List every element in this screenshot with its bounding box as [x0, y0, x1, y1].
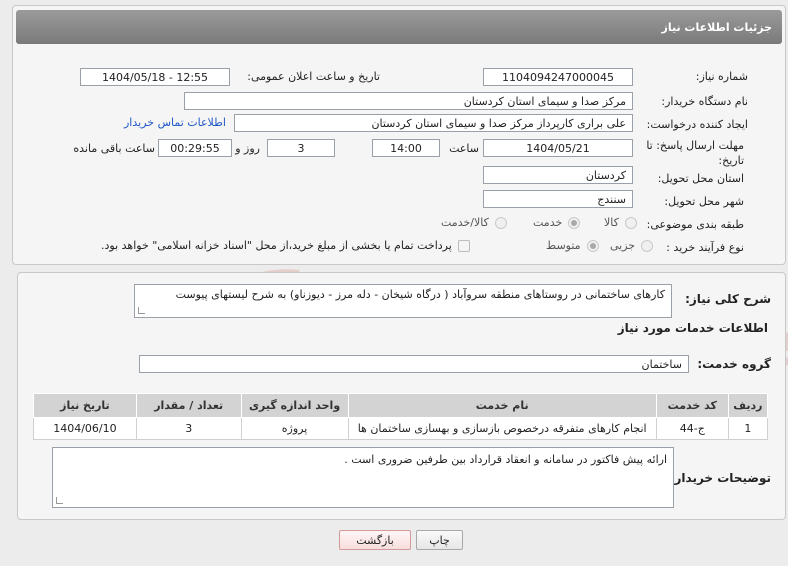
buyer-notes-textarea[interactable]: ارائه پیش فاکتور در سامانه و انعقاد قرار…: [52, 447, 674, 508]
process-option-medium[interactable]: متوسط: [546, 239, 599, 252]
buyer-contact-link[interactable]: اطلاعات تماس خریدار: [124, 116, 226, 129]
description-textarea[interactable]: کارهای ساختمانی در روستاهای منطقه سروآبا…: [134, 284, 672, 318]
col-row: ردیف: [727, 393, 769, 418]
need-number-field[interactable]: 1104094247000045: [483, 68, 633, 86]
col-unit: واحد اندازه گیری: [240, 393, 349, 418]
cell-need-date: 1404/06/10: [33, 417, 137, 440]
description-text: کارهای ساختمانی در روستاهای منطقه سروآبا…: [175, 288, 665, 301]
service-group-field[interactable]: ساختمان: [139, 355, 689, 373]
resize-handle-icon[interactable]: [138, 307, 145, 314]
page-title: جزئیات اطلاعات نیاز: [661, 20, 773, 34]
col-service-code: کد خدمت: [655, 393, 729, 418]
treasury-checkbox-icon[interactable]: [457, 239, 470, 252]
cell-service-code: ج-44: [655, 417, 729, 440]
days-label: روز و: [235, 142, 260, 155]
buyer-org-label: نام دستگاه خریدار:: [661, 95, 748, 108]
table-row: 1 ج-44 انجام کارهای متفرقه درخصوص بازساز…: [33, 417, 769, 440]
announce-date-label: تاریخ و ساعت اعلان عمومی:: [247, 70, 380, 83]
city-label: شهر محل تحویل:: [664, 195, 744, 208]
buyer-notes-label: توضیحات خریدار:: [669, 471, 771, 485]
cell-row: 1: [727, 417, 769, 440]
services-section-title: اطلاعات خدمات مورد نیاز: [617, 321, 768, 335]
province-label: استان محل تحویل:: [657, 172, 744, 185]
deadline-date-field[interactable]: 1404/05/21: [483, 139, 633, 157]
announce-date-field[interactable]: 1404/05/18 - 12:55: [80, 68, 230, 86]
need-number-label: شماره نیاز:: [695, 70, 748, 83]
category-option-goods-service[interactable]: کالا/خدمت: [441, 216, 507, 229]
deadline-label-date: تاریخ:: [718, 154, 744, 167]
services-table: ردیف کد خدمت نام خدمت واحد اندازه گیری ت…: [33, 393, 769, 440]
resize-handle-icon[interactable]: [56, 497, 63, 504]
process-label: نوع فرآیند خرید :: [666, 241, 744, 254]
province-field[interactable]: کردستان: [483, 166, 633, 184]
process-option-minor[interactable]: جزیی: [610, 239, 654, 252]
cell-quantity: 3: [135, 417, 242, 440]
radio-minor-icon[interactable]: [641, 239, 654, 252]
radio-goods-icon[interactable]: [624, 216, 637, 229]
cell-service-name: انجام کارهای متفرقه درخصوص بازسازی و بهس…: [347, 417, 657, 440]
services-table-header: ردیف کد خدمت نام خدمت واحد اندازه گیری ت…: [33, 393, 769, 418]
buyer-org-field[interactable]: مرکز صدا و سیمای استان کردستان: [184, 92, 633, 110]
service-group-label: گروه خدمت:: [697, 357, 771, 371]
city-field[interactable]: سنندج: [483, 190, 633, 208]
radio-service-icon[interactable]: [568, 216, 581, 229]
category-option-goods[interactable]: کالا: [604, 216, 637, 229]
back-button[interactable]: بازگشت: [339, 530, 411, 550]
cell-unit: پروژه: [240, 417, 349, 440]
buyer-notes-text: ارائه پیش فاکتور در سامانه و انعقاد قرار…: [344, 453, 667, 466]
days-remaining-field: 3: [267, 139, 335, 157]
description-label: شرح کلی نیاز:: [685, 292, 771, 306]
remaining-time-label: ساعت باقی مانده: [73, 142, 155, 155]
treasury-payment-option[interactable]: پرداخت تمام یا بخشی از مبلغ خرید،از محل …: [101, 239, 470, 252]
col-service-name: نام خدمت: [347, 393, 657, 418]
col-quantity: تعداد / مقدار: [135, 393, 242, 418]
col-need-date: تاریخ نیاز: [33, 393, 137, 418]
deadline-label: مهلت ارسال پاسخ: تا: [646, 139, 744, 152]
deadline-time-label: ساعت: [449, 142, 479, 155]
category-label: طبقه بندی موضوعی:: [646, 218, 744, 231]
print-button[interactable]: چاپ: [416, 530, 463, 550]
radio-goods-service-icon[interactable]: [494, 216, 507, 229]
remaining-time-field: 00:29:55: [158, 139, 232, 157]
radio-medium-icon[interactable]: [586, 239, 599, 252]
creator-label: ایجاد کننده درخواست:: [646, 118, 748, 131]
creator-field[interactable]: علی براری کارپرداز مرکز صدا و سیمای استا…: [234, 114, 633, 132]
panel-header: جزئیات اطلاعات نیاز: [16, 10, 782, 44]
category-option-service[interactable]: خدمت: [533, 216, 581, 229]
deadline-time-field[interactable]: 14:00: [372, 139, 440, 157]
